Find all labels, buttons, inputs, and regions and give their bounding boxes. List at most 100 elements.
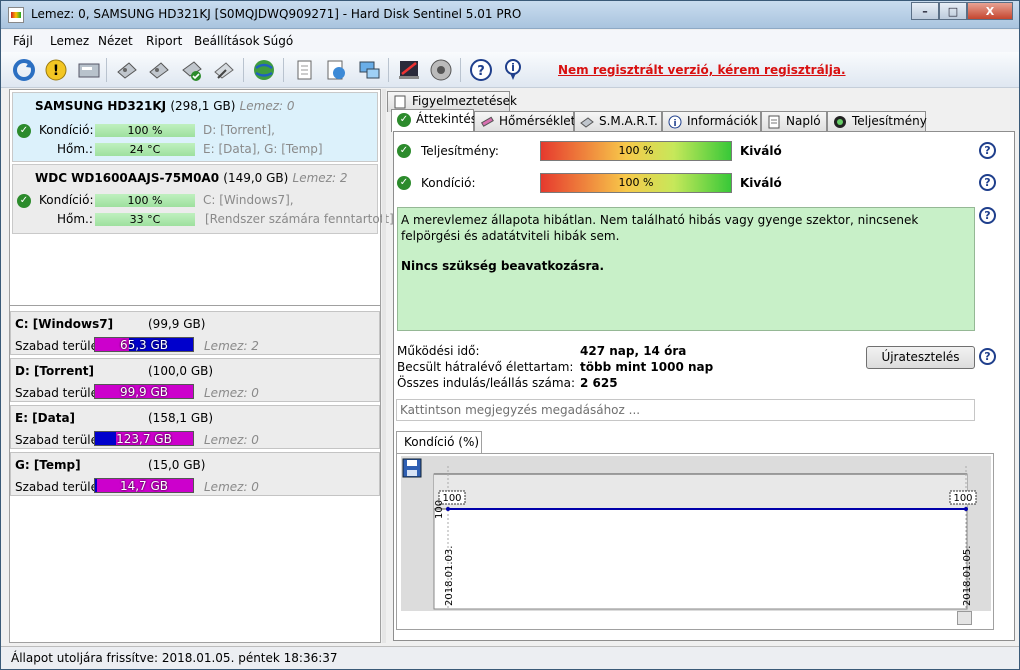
close-button[interactable]: X bbox=[967, 2, 1013, 20]
disk-volumes-line1: D: [Torrent], bbox=[203, 123, 275, 137]
free-space-bar: 123,7 GB bbox=[94, 431, 194, 446]
status-bar: Állapot utoljára frissítve: 2018.01.05. … bbox=[1, 646, 1019, 669]
help-icon[interactable]: ? bbox=[979, 142, 996, 159]
sync-icon[interactable] bbox=[323, 57, 349, 83]
start-count-value: 2 625 bbox=[580, 376, 618, 390]
disk-icon[interactable] bbox=[76, 57, 102, 83]
tab-homerseklet[interactable]: Hőmérséklet bbox=[474, 111, 575, 132]
tab-naplo[interactable]: Napló bbox=[761, 111, 827, 132]
data-point bbox=[446, 507, 450, 511]
disk-test-icon[interactable] bbox=[114, 57, 140, 83]
help-icon[interactable]: ? bbox=[979, 348, 996, 365]
tab-attekintes[interactable]: ✓ Áttekintés bbox=[391, 109, 477, 132]
settings-icon[interactable] bbox=[396, 57, 422, 83]
health-status-box: A merevlemez állapota hibátlan. Nem talá… bbox=[397, 207, 975, 331]
window-title: Lemez: 0, SAMSUNG HD321KJ [S0MQJDWQ90927… bbox=[31, 7, 522, 21]
volume-name: D: [Torrent] bbox=[15, 364, 94, 378]
thermometer-icon bbox=[480, 116, 494, 127]
svg-text:?: ? bbox=[477, 64, 485, 79]
disk-lemez: Lemez: 0 bbox=[239, 99, 295, 113]
volume-name: G: [Temp] bbox=[15, 458, 81, 472]
disk-item-wdc[interactable]: WDC WD1600AAJS-75M0A0 (149,0 GB) Lemez: … bbox=[12, 164, 394, 234]
free-space-bar: 14,7 GB bbox=[94, 478, 194, 493]
disk-volumes-line2: E: [Data], G: [Temp] bbox=[203, 142, 323, 156]
title-bar: Lemez: 0, SAMSUNG HD321KJ [S0MQJDWQ90927… bbox=[1, 1, 1019, 29]
plot-band bbox=[434, 474, 967, 509]
svg-text:i: i bbox=[511, 61, 515, 74]
refresh-icon[interactable] bbox=[11, 57, 37, 83]
disk-ok-icon[interactable] bbox=[179, 57, 205, 83]
report-icon[interactable] bbox=[291, 57, 317, 83]
free-space-label: Szabad terület bbox=[15, 433, 103, 447]
menu-nezet[interactable]: Nézet bbox=[98, 34, 133, 48]
free-space-value: 123,7 GB bbox=[116, 432, 172, 446]
volume-lemez: Lemez: 2 bbox=[204, 339, 259, 353]
app-icon[interactable] bbox=[8, 7, 24, 23]
note-input[interactable]: Kattintson megjegyzés megadásához ... bbox=[396, 399, 975, 421]
volume-item-d[interactable]: D: [Torrent] (100,0 GB) Szabad terület 9… bbox=[10, 358, 380, 402]
menu-sugo[interactable]: Súgó bbox=[263, 34, 293, 48]
volume-size: (100,0 GB) bbox=[148, 364, 214, 378]
splitter[interactable] bbox=[382, 89, 386, 643]
menu-riport[interactable]: Riport bbox=[146, 34, 182, 48]
sound-icon[interactable] bbox=[428, 57, 454, 83]
condition-chart: 100 2018.01.03. 100 2018.01.05. 100 bbox=[433, 466, 977, 610]
volume-size: (158,1 GB) bbox=[148, 411, 214, 425]
minimize-button[interactable]: – bbox=[911, 2, 939, 20]
ok-check-icon: ✓ bbox=[397, 144, 411, 158]
chart-tab-kondicio[interactable]: Kondíció (%) bbox=[396, 431, 482, 454]
help-icon[interactable]: ? bbox=[468, 57, 494, 83]
disk-name: SAMSUNG HD321KJ bbox=[35, 99, 167, 113]
start-count-label: Összes indulás/leállás száma: bbox=[397, 376, 575, 390]
volume-item-e[interactable]: E: [Data] (158,1 GB) Szabad terület 123,… bbox=[10, 405, 380, 449]
disk-list-panel: SAMSUNG HD321KJ (298,1 GB) Lemez: 0 ✓ Ko… bbox=[9, 89, 394, 643]
help-icon[interactable]: ? bbox=[979, 174, 996, 191]
help-icon[interactable]: ? bbox=[979, 207, 996, 224]
data-label: 100 bbox=[442, 493, 461, 504]
network-icon[interactable] bbox=[356, 57, 382, 83]
web-icon[interactable] bbox=[251, 57, 277, 83]
menu-beallitasok[interactable]: Beállítások bbox=[194, 34, 260, 48]
performance-bar: 100 % bbox=[540, 141, 732, 161]
menu-bar: Fájl Lemez Nézet Riport Beállítások Súgó bbox=[1, 30, 1019, 52]
maximize-button[interactable]: □ bbox=[939, 2, 967, 20]
disk-item-samsung[interactable]: SAMSUNG HD321KJ (298,1 GB) Lemez: 0 ✓ Ko… bbox=[12, 92, 378, 162]
info-icon[interactable]: i bbox=[500, 57, 526, 83]
chart-scroll-thumb[interactable] bbox=[957, 611, 972, 625]
svg-text:i: i bbox=[673, 119, 676, 129]
disk-size: (298,1 GB) bbox=[170, 99, 236, 113]
disk-tool-icon[interactable] bbox=[211, 57, 237, 83]
data-label: 100 bbox=[953, 493, 972, 504]
volume-name: E: [Data] bbox=[15, 411, 76, 425]
disk-lemez: Lemez: 2 bbox=[292, 171, 348, 185]
ok-check-icon: ✓ bbox=[397, 176, 411, 190]
x-tick-label: 2018.01.03. bbox=[444, 546, 455, 606]
volume-item-c[interactable]: C: [Windows7] (99,9 GB) Szabad terület 6… bbox=[10, 311, 380, 355]
kondicio-value: 100 % bbox=[95, 124, 195, 137]
disk-icon bbox=[580, 117, 594, 128]
status-text: Állapot utoljára frissítve: 2018.01.05. … bbox=[11, 651, 338, 665]
disk-test-icon-2[interactable] bbox=[146, 57, 172, 83]
condition-rating: Kiváló bbox=[740, 176, 782, 190]
alert-icon[interactable]: ! bbox=[43, 57, 69, 83]
ok-check-icon: ✓ bbox=[397, 113, 411, 127]
tab-smart[interactable]: S.M.A.R.T. bbox=[574, 111, 662, 132]
svg-text:!: ! bbox=[53, 63, 59, 79]
health-action-text: Nincs szükség beavatkozásra. bbox=[401, 259, 605, 273]
menu-lemez[interactable]: Lemez bbox=[50, 34, 89, 48]
data-point bbox=[964, 507, 968, 511]
tab-teljesitmeny[interactable]: Teljesítmény bbox=[827, 111, 927, 132]
toolbar: ! ? i Nem regisztrált verzió, kérem regi… bbox=[1, 52, 1019, 88]
retest-button[interactable]: Újratesztelés bbox=[866, 346, 975, 369]
kondicio-label: Kondíció: bbox=[39, 123, 94, 137]
disk-volumes-line2: [Rendszer számára fenntartott] bbox=[205, 212, 394, 226]
volume-item-g[interactable]: G: [Temp] (15,0 GB) Szabad terület 14,7 … bbox=[10, 452, 380, 496]
y-tick-label: 100 bbox=[434, 500, 445, 519]
tab-informaciok[interactable]: i Információk bbox=[662, 111, 761, 132]
registration-link[interactable]: Nem regisztrált verzió, kérem regisztrál… bbox=[558, 63, 846, 77]
condition-label: Kondíció: bbox=[421, 176, 476, 190]
remaining-life-label: Becsült hátralévő élettartam: bbox=[397, 360, 574, 374]
kondicio-value: 100 % bbox=[95, 194, 195, 207]
x-tick-label: 2018.01.05. bbox=[962, 546, 973, 606]
menu-fajl[interactable]: Fájl bbox=[13, 34, 33, 48]
